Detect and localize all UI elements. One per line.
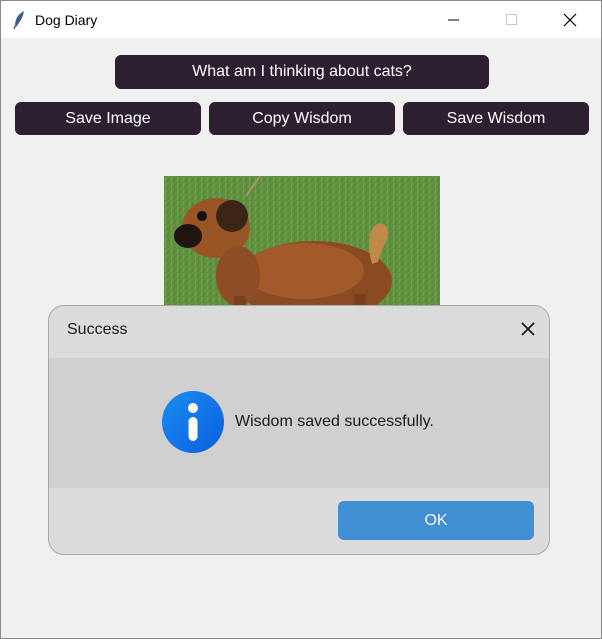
maximize-button[interactable] [489, 1, 535, 38]
dialog-title: Success [67, 321, 128, 338]
feather-icon [11, 10, 29, 30]
close-icon [563, 13, 577, 26]
save-wisdom-button[interactable]: Save Wisdom [403, 102, 589, 135]
maximize-icon [506, 13, 517, 25]
ok-button[interactable]: OK [338, 501, 534, 540]
dog-photo [164, 176, 440, 326]
think-about-cats-button[interactable]: What am I thinking about cats? [115, 55, 489, 89]
window-title: Dog Diary [35, 12, 98, 28]
dialog-message: Wisdom saved successfully. [235, 413, 434, 430]
minimize-button[interactable] [431, 1, 477, 38]
success-dialog: Success Wisdom saved successfully. OK [48, 305, 550, 555]
copy-wisdom-button[interactable]: Copy Wisdom [209, 102, 395, 135]
title-bar: Dog Diary [1, 1, 601, 38]
dialog-header: Success [49, 306, 549, 358]
dialog-body: Wisdom saved successfully. [49, 358, 549, 488]
app-window: Dog Diary What am I thinking about cats?… [0, 0, 602, 639]
info-icon [162, 391, 224, 453]
close-icon[interactable] [519, 320, 537, 338]
close-window-button[interactable] [547, 1, 593, 38]
save-image-button[interactable]: Save Image [15, 102, 201, 135]
minimize-icon [448, 19, 459, 20]
